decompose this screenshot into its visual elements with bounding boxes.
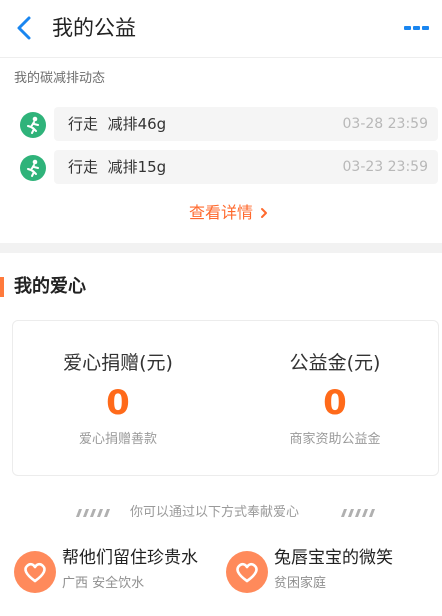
stat-value: 0 bbox=[106, 383, 130, 423]
more-dashes-icon bbox=[404, 26, 429, 30]
walking-icon bbox=[20, 155, 46, 181]
carbon-record: 行走 减排15g 03-23 23:59 bbox=[14, 150, 438, 186]
chevron-left-icon bbox=[17, 16, 31, 40]
view-details-label: 查看详情 bbox=[189, 203, 254, 222]
record-time: 03-28 23:59 bbox=[342, 116, 428, 132]
record-text: 行走 减排46g bbox=[68, 115, 167, 133]
project-subtitle: 贫困家庭 bbox=[274, 576, 327, 591]
charity-project-cleft-lip[interactable]: 兔唇宝宝的微笑 贫困家庭 bbox=[226, 541, 436, 606]
section-divider bbox=[0, 243, 442, 253]
stat-caption: 商家资助公益金 bbox=[289, 432, 381, 447]
carbon-record: 行走 减排46g 03-28 23:59 bbox=[14, 107, 438, 143]
view-details-link[interactable]: 查看详情 bbox=[189, 202, 269, 224]
more-button[interactable] bbox=[402, 20, 432, 32]
walking-icon bbox=[20, 112, 46, 138]
hash-marks-icon bbox=[76, 509, 110, 517]
love-section-title: 我的爱心 bbox=[14, 276, 86, 297]
carbon-record-row: 行走 减排46g 03-28 23:59 bbox=[54, 107, 438, 141]
back-button[interactable] bbox=[12, 13, 38, 43]
stat-caption: 爱心捐赠善款 bbox=[78, 432, 157, 447]
project-title: 帮他们留住珍贵水 bbox=[62, 548, 198, 568]
record-time: 03-23 23:59 bbox=[342, 159, 428, 175]
section-accent-bar bbox=[0, 277, 4, 297]
charity-project-water[interactable]: 帮他们留住珍贵水 广西 安全饮水 bbox=[14, 541, 224, 606]
charity-fund-stat[interactable]: 公益金(元) 0 商家资助公益金 bbox=[230, 321, 440, 477]
carbon-section-title: 我的碳减排动态 bbox=[14, 71, 106, 86]
page-title: 我的公益 bbox=[52, 16, 136, 40]
heart-icon bbox=[14, 551, 56, 593]
header-bar: 我的公益 bbox=[0, 0, 442, 58]
donation-stat[interactable]: 爱心捐赠(元) 0 爱心捐赠善款 bbox=[13, 321, 223, 477]
project-title: 兔唇宝宝的微笑 bbox=[274, 548, 393, 568]
ways-hint-row: 你可以通过以下方式奉献爱心 bbox=[0, 503, 442, 523]
project-subtitle: 广西 安全饮水 bbox=[62, 576, 145, 591]
carbon-record-row: 行走 减排15g 03-23 23:59 bbox=[54, 150, 438, 184]
chevron-right-icon bbox=[261, 208, 268, 218]
stat-value: 0 bbox=[323, 383, 347, 423]
heart-icon bbox=[226, 551, 268, 593]
love-stats-card: 爱心捐赠(元) 0 爱心捐赠善款 公益金(元) 0 商家资助公益金 bbox=[12, 320, 439, 476]
record-text: 行走 减排15g bbox=[68, 158, 167, 176]
stat-label: 公益金(元) bbox=[289, 352, 381, 374]
stat-label: 爱心捐赠(元) bbox=[63, 352, 173, 374]
ways-hint-text: 你可以通过以下方式奉献爱心 bbox=[130, 505, 300, 520]
hash-marks-icon bbox=[341, 509, 375, 517]
